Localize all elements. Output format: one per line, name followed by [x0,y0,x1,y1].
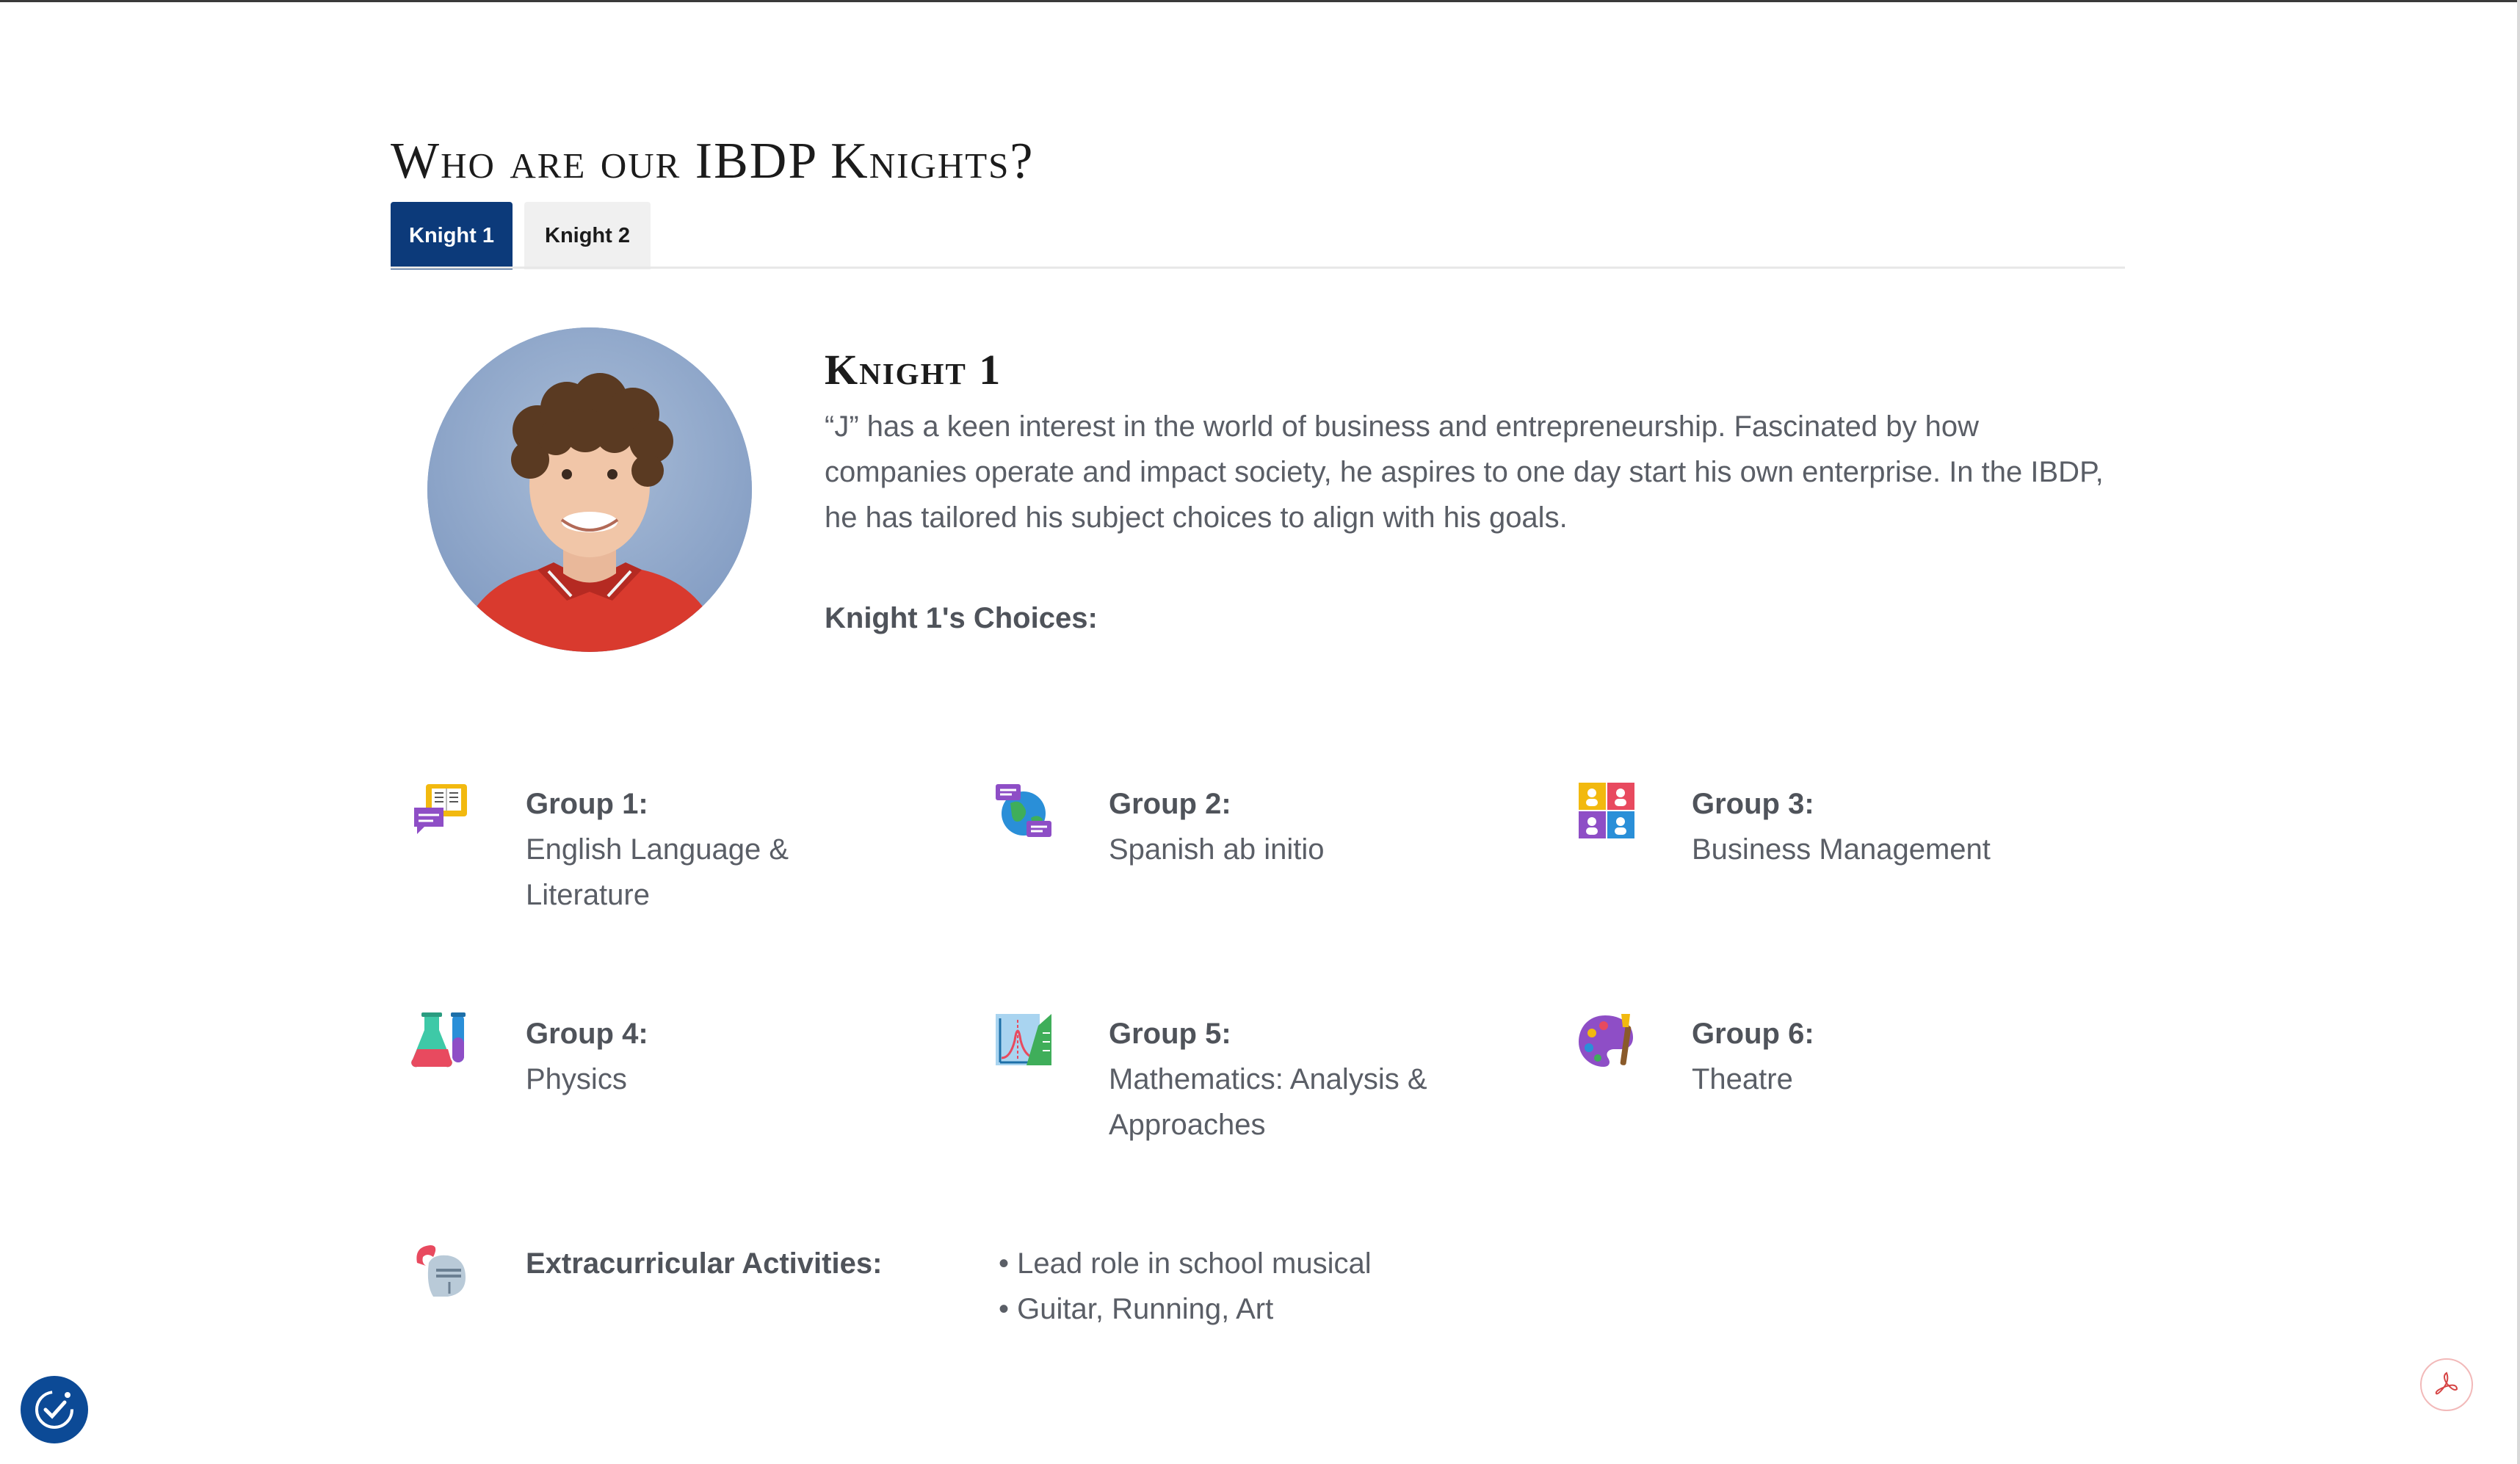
group-subject: Spanish ab initio [1109,833,1325,866]
math-graph-icon [994,1011,1053,1070]
knight-helmet-icon [416,1245,466,1297]
top-border [0,0,2520,2]
group-title: Group 5: [1109,1018,1231,1050]
knight-tabs: Knight 1 Knight 2 [391,202,651,269]
list-item: Guitar, Running, Art [999,1286,1372,1332]
scrollbar[interactable] [2517,0,2520,1464]
avatar [427,327,752,652]
group-subject: Physics [526,1063,627,1095]
tab-knight-1[interactable]: Knight 1 [391,202,513,269]
group-title: Group 3: [1692,788,1814,820]
paint-palette-icon [1577,1011,1636,1070]
choices-label: Knight 1's Choices: [825,602,1098,634]
knight-heading: Knight 1 [825,346,1002,394]
group-title: Group 6: [1692,1018,1814,1050]
group-subject: Mathematics: Analysis & Approaches [1109,1063,1427,1141]
group-subject: Business Management [1692,833,1991,866]
group-title: Group 2: [1109,788,1231,820]
group-title: Group 4: [526,1018,648,1050]
globe-language-icon [994,781,1053,840]
accessibility-icon [35,1391,73,1429]
group-title: Group 1: [526,788,648,820]
extracurricular-label: Extracurricular Activities: [526,1247,883,1280]
extracurricular-list: Lead role in school musical Guitar, Runn… [999,1241,1372,1332]
page-title: Who are our IBDP Knights? [391,133,1035,189]
language-literature-icon [411,781,470,840]
science-flask-icon [411,1011,470,1070]
tab-divider [391,267,2125,269]
knight-bio: “J” has a keen interest in the world of … [825,410,2104,534]
tab-knight-2[interactable]: Knight 2 [524,202,651,269]
group-subject: Theatre [1692,1063,1793,1095]
accessibility-button[interactable] [21,1376,88,1443]
people-grid-icon [1577,781,1636,840]
group-subject: English Language & Literature [526,833,789,911]
list-item: Lead role in school musical [999,1241,1371,1286]
pdf-icon [2435,1371,2458,1395]
pdf-button[interactable] [2420,1358,2473,1411]
extracurricular-icon-wrap [411,1241,470,1300]
